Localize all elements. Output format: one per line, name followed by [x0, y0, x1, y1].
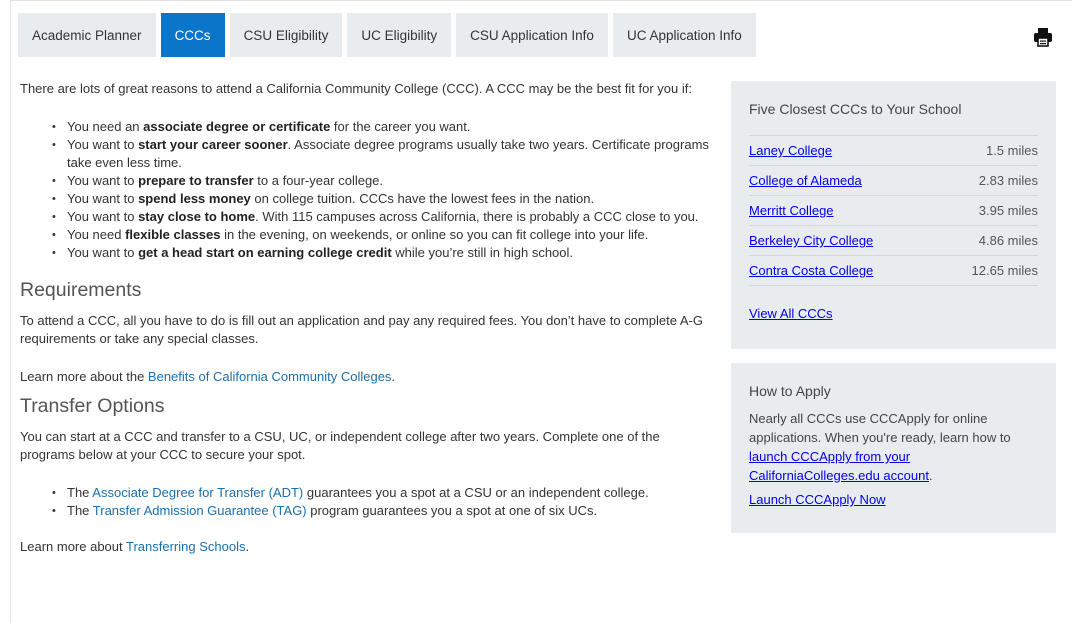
tab-bar: Academic Planner CCCs CSU Eligibility UC… — [18, 13, 756, 57]
list-item: You want to spend less money on college … — [20, 190, 710, 208]
list-item: You need flexible classes in the evening… — [20, 226, 710, 244]
list-item: You want to start your career sooner. As… — [20, 136, 710, 172]
how-to-apply-title: How to Apply — [749, 383, 831, 399]
transfer-list: The Associate Degree for Transfer (ADT) … — [20, 484, 710, 520]
how-to-apply-panel: How to Apply Nearly all CCCs use CCCAppl… — [731, 363, 1056, 533]
reasons-list: You need an associate degree or certific… — [20, 118, 710, 262]
college-link[interactable]: Merritt College — [749, 203, 834, 218]
tab-csu-application-info[interactable]: CSU Application Info — [456, 13, 608, 57]
list-item: Berkeley City College 4.86 miles — [749, 226, 1038, 256]
college-distance: 2.83 miles — [978, 173, 1038, 188]
transfer-heading: Transfer Options — [20, 395, 165, 417]
college-distance: 3.95 miles — [978, 203, 1038, 218]
list-item: The Transfer Admission Guarantee (TAG) p… — [20, 502, 710, 520]
list-item: You want to stay close to home. With 115… — [20, 208, 710, 226]
requirements-learn-more: Learn more about the Benefits of Califor… — [20, 369, 396, 384]
college-distance: 1.5 miles — [985, 143, 1038, 158]
benefits-link[interactable]: Benefits of California Community College… — [148, 369, 392, 384]
tab-academic-planner[interactable]: Academic Planner — [18, 13, 156, 57]
transfer-learn-more: Learn more about Transferring Schools. — [20, 539, 250, 554]
intro-text: There are lots of great reasons to atten… — [20, 81, 692, 96]
list-item: Merritt College 3.95 miles — [749, 196, 1038, 226]
college-list: Laney College 1.5 miles College of Alame… — [749, 135, 1038, 286]
college-link[interactable]: College of Alameda — [749, 173, 862, 188]
list-item: Laney College 1.5 miles — [749, 136, 1038, 166]
transferring-schools-link[interactable]: Transferring Schools — [126, 539, 245, 554]
college-distance: 12.65 miles — [971, 263, 1038, 278]
list-item: You want to prepare to transfer to a fou… — [20, 172, 710, 190]
main-content: There are lots of great reasons to atten… — [20, 80, 710, 556]
college-link[interactable]: Laney College — [749, 143, 832, 158]
list-item: You want to get a head start on earning … — [20, 244, 710, 262]
launch-cccapply-link[interactable]: Launch CCCApply Now — [749, 492, 1038, 507]
list-item: College of Alameda 2.83 miles — [749, 166, 1038, 196]
transfer-text: You can start at a CCC and transfer to a… — [20, 429, 660, 462]
list-item: The Associate Degree for Transfer (ADT) … — [20, 484, 710, 502]
college-link[interactable]: Contra Costa College — [749, 263, 873, 278]
list-item: Contra Costa College 12.65 miles — [749, 256, 1038, 286]
closest-cccs-panel: Five Closest CCCs to Your School Laney C… — [731, 81, 1056, 349]
tab-cccs[interactable]: CCCs — [160, 13, 225, 57]
requirements-text: To attend a CCC, all you have to do is f… — [20, 313, 703, 346]
tag-link[interactable]: Transfer Admission Guarantee (TAG) — [93, 503, 307, 518]
closest-cccs-title: Five Closest CCCs to Your School — [749, 101, 962, 117]
college-link[interactable]: Berkeley City College — [749, 233, 873, 248]
view-all-cccs-link[interactable]: View All CCCs — [749, 306, 1038, 321]
print-icon[interactable] — [1033, 27, 1053, 47]
list-item: You need an associate degree or certific… — [20, 118, 710, 136]
how-to-apply-text: Nearly all CCCs use CCCApply for online … — [749, 411, 1011, 483]
launch-from-account-link[interactable]: launch CCCApply from your CaliforniaColl… — [749, 449, 929, 483]
tab-csu-eligibility[interactable]: CSU Eligibility — [229, 13, 343, 57]
requirements-heading: Requirements — [20, 279, 142, 301]
tab-uc-eligibility[interactable]: UC Eligibility — [347, 13, 452, 57]
adt-link[interactable]: Associate Degree for Transfer (ADT) — [92, 485, 303, 500]
tab-uc-application-info[interactable]: UC Application Info — [612, 13, 756, 57]
college-distance: 4.86 miles — [978, 233, 1038, 248]
